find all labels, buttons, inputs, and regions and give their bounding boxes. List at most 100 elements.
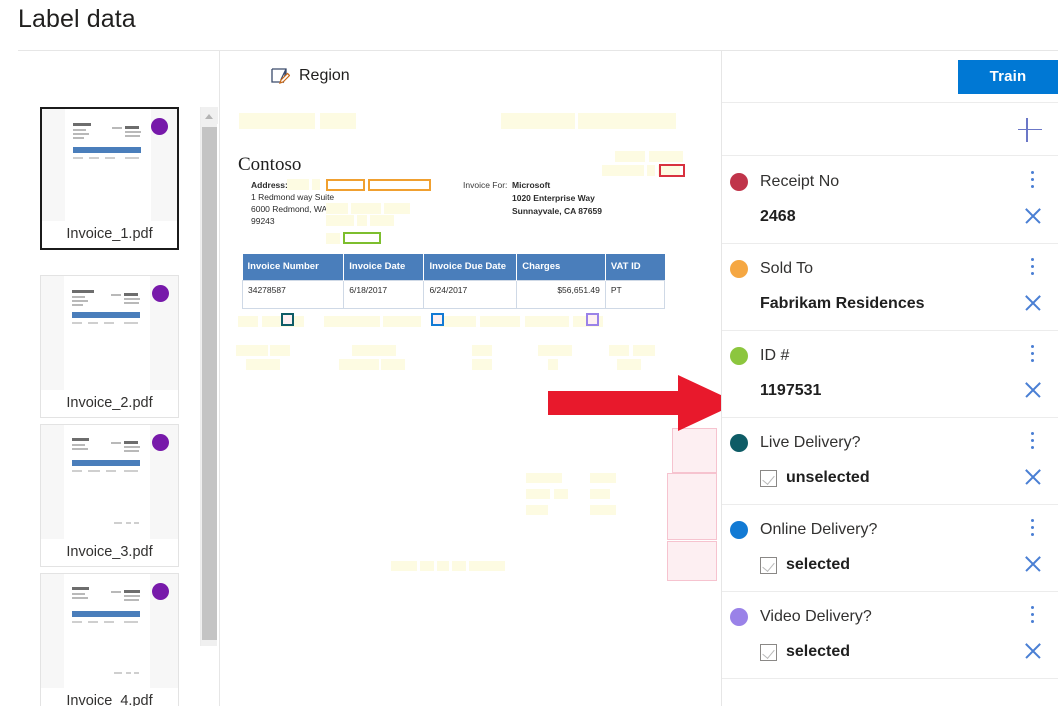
tag-region-box-receipt-no[interactable] [659,164,685,177]
label-data-app: Label data [0,0,1058,706]
thumbnail-invoice-3[interactable]: Invoice_3.pdf [40,424,179,567]
ocr-highlight [320,113,356,129]
checkbox-icon[interactable] [760,644,777,661]
thumbnail-invoice-1[interactable]: Invoice_1.pdf [40,107,179,250]
ocr-highlight [647,165,655,176]
ocr-highlight [617,359,641,370]
tag-color-dot [730,521,748,539]
tag-value: selected [786,643,850,661]
invoice-for-line-2: Sunnayvale, CA 87659 [512,206,602,216]
tag-region-box-id[interactable] [343,232,381,244]
tag-name: Online Delivery? [760,521,877,539]
invoice-brand: Contoso [238,154,301,176]
tag-region-box-sold-to-a[interactable] [326,179,365,191]
close-icon[interactable] [1022,553,1044,575]
close-icon[interactable] [1022,292,1044,314]
thumbnail-label-badge [152,434,169,451]
tag-header: Live Delivery? [722,430,1058,456]
ocr-highlight [602,165,644,176]
ocr-highlight [649,151,683,162]
invoice-for-line-1: 1020 Enterprise Way [512,193,595,203]
column-header: Charges [517,254,606,280]
thumbnail-paper [64,574,150,689]
address-line-3: 99243 [251,216,275,226]
tag-item-receipt-no[interactable]: Receipt No 2468 [722,157,1058,244]
tag-value-row: selected [722,551,1058,579]
tag-value-row: selected [722,638,1058,666]
kebab-menu-icon[interactable] [1023,258,1041,280]
kebab-menu-icon[interactable] [1023,171,1041,193]
ocr-highlight [525,316,569,327]
invoice-for-name: Microsoft [512,180,550,190]
ocr-highlight [501,113,575,129]
ocr-highlight [452,561,466,571]
tag-region-box-sold-to-b[interactable] [368,179,431,191]
tag-item-id[interactable]: ID # 1197531 [722,331,1058,418]
ocr-highlight [236,345,268,356]
invoice-for-label: Invoice For: [463,180,507,190]
region-tool-button[interactable]: Region [270,66,350,86]
kebab-menu-icon[interactable] [1023,345,1041,367]
train-button[interactable]: Train [958,60,1058,94]
ocr-highlight [384,203,410,214]
tag-value: selected [786,556,850,574]
ocr-highlight [391,561,417,571]
ocr-highlight [590,505,616,515]
thumbnail-paper [64,425,150,540]
checkbox-marker-video-delivery[interactable] [586,313,599,326]
ocr-highlight [472,345,492,356]
ocr-highlight [238,316,258,327]
ocr-highlight [312,179,320,190]
kebab-menu-icon[interactable] [1023,519,1041,541]
tag-color-dot [730,608,748,626]
tag-item-online-delivery[interactable]: Online Delivery? selected [722,505,1058,592]
thumbnail-label-badge [152,285,169,302]
ocr-highlight [590,473,616,483]
tag-value-row: 1197531 [722,377,1058,405]
tag-value: unselected [786,469,870,487]
thumbnail-paper [64,276,150,391]
close-icon[interactable] [1022,205,1044,227]
region-rectangle[interactable] [667,541,717,581]
region-rectangle[interactable] [667,473,717,540]
scrollbar-thumb[interactable] [202,127,217,640]
ocr-highlight [381,359,405,370]
tag-header: Receipt No [722,169,1058,195]
tag-header: ID # [722,343,1058,369]
tag-item-live-delivery[interactable]: Live Delivery? unselected [722,418,1058,505]
scroll-up-arrow-icon[interactable] [201,107,218,124]
add-tag-button[interactable] [1015,115,1045,145]
ocr-highlight [526,489,550,499]
thumbnail-rail-scrollbar[interactable] [200,107,217,646]
kebab-menu-icon[interactable] [1023,606,1041,628]
column-header: Invoice Due Date [424,254,517,280]
column-header: Invoice Date [344,254,424,280]
checkbox-icon[interactable] [760,557,777,574]
kebab-menu-icon[interactable] [1023,432,1041,454]
checkbox-marker-online-delivery[interactable] [431,313,444,326]
ocr-highlight [352,345,396,356]
ocr-highlight [633,345,655,356]
thumbnail-invoice-4[interactable]: Invoice_4.pdf [40,573,179,706]
ocr-highlight [554,489,568,499]
address-line-1: 1 Redmond way Suite [251,192,334,202]
close-icon[interactable] [1022,466,1044,488]
region-rectangle[interactable] [672,428,717,473]
tag-item-sold-to[interactable]: Sold To Fabrikam Residences [722,244,1058,331]
checkbox-icon[interactable] [760,470,777,487]
tag-item-video-delivery[interactable]: Video Delivery? selected [722,592,1058,679]
tag-panel: Train Receipt No 2468 [721,51,1058,706]
ocr-highlight [326,233,340,244]
ocr-highlight [526,473,562,483]
checkbox-marker-live-delivery[interactable] [281,313,294,326]
table-cell: 6/24/2017 [424,280,517,308]
thumbnail-paper [65,109,151,224]
ocr-highlight [239,113,315,129]
close-icon[interactable] [1022,640,1044,662]
address-line-2: 6000 Redmond, WA [251,204,327,214]
document-canvas[interactable]: Contoso Address: 1 Redmond way Suite 600… [220,101,720,706]
ocr-highlight [326,203,348,214]
close-icon[interactable] [1022,379,1044,401]
table-header-row: Invoice Number Invoice Date Invoice Due … [243,254,665,280]
thumbnail-invoice-2[interactable]: Invoice_2.pdf [40,275,179,418]
